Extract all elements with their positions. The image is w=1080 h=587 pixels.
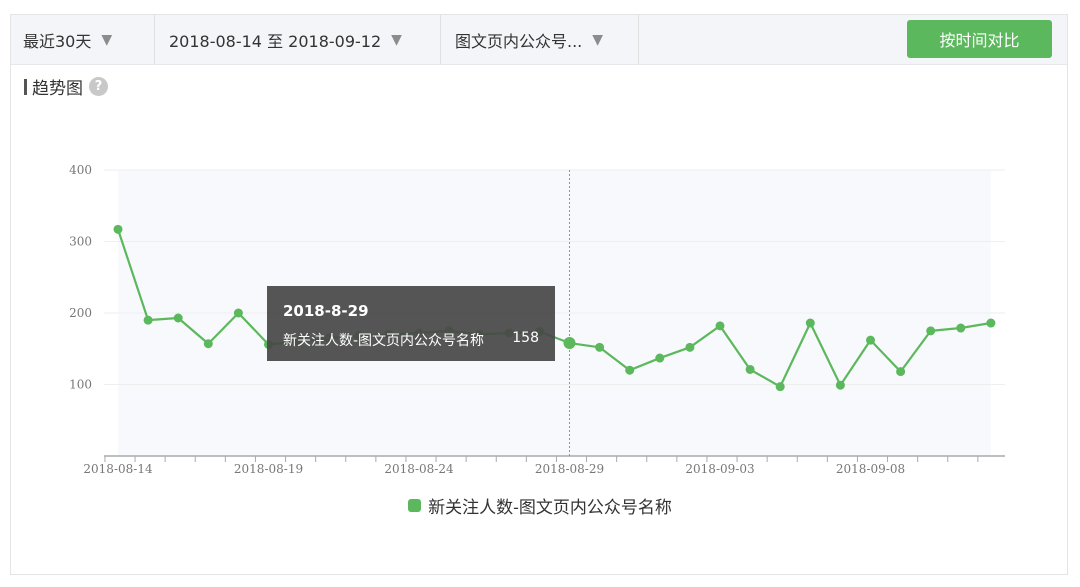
x-tick-label: 2018-08-24 [384,462,454,476]
data-point [805,318,815,328]
y-tick-label: 400 [69,163,92,177]
data-point [685,342,695,352]
data-point [956,323,966,333]
x-tick-label: 2018-08-14 [83,462,153,476]
data-point [173,313,183,323]
data-point [835,380,845,390]
data-point [113,224,123,234]
data-point [866,335,875,345]
tooltip-value: 158 [512,330,539,346]
data-point [896,367,906,377]
data-point [233,308,243,318]
data-point [143,315,153,325]
tooltip-date: 2018-8-29 [283,302,369,320]
tooltip-series: 新关注人数-图文页内公众号名称 [283,333,485,349]
data-point [986,318,996,328]
x-tick-label: 2018-09-08 [836,462,905,476]
chart-tooltip: 2018-8-29 新关注人数-图文页内公众号名称 158 [267,286,555,361]
x-tick-label: 2018-08-29 [535,462,604,476]
legend-swatch [408,499,422,512]
data-point [203,339,213,349]
chart-legend[interactable]: 新关注人数-图文页内公众号名称 [0,493,1080,518]
data-point [926,326,936,336]
data-point [745,364,755,374]
y-tick-label: 100 [69,378,92,392]
data-point [563,337,576,350]
y-tick-label: 300 [69,235,92,249]
data-point [655,353,665,363]
x-tick-label: 2018-08-19 [234,462,303,476]
data-point [625,365,635,375]
data-point [715,321,725,331]
data-point [595,342,605,352]
y-tick-label: 200 [69,306,92,320]
legend-label: 新关注人数-图文页内公众号名称 [428,498,672,518]
x-tick-label: 2018-09-03 [685,462,754,476]
data-point [775,382,785,392]
